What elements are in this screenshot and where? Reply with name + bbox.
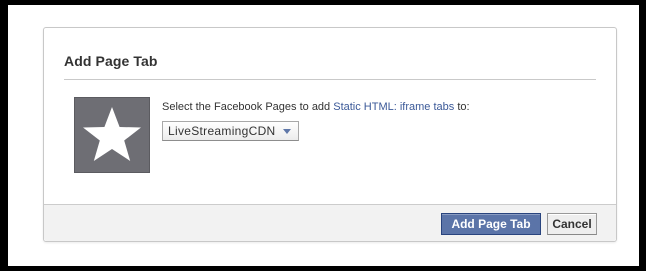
page-thumbnail [74, 97, 150, 173]
page-selector-value: LiveStreamingCDN [168, 124, 276, 138]
screenshot-frame: Add Page Tab Select the Facebook Pages t… [0, 0, 646, 271]
dialog-title: Add Page Tab [64, 53, 158, 69]
title-divider [64, 79, 596, 80]
cancel-button[interactable]: Cancel [547, 213, 597, 235]
add-page-tab-button[interactable]: Add Page Tab [441, 213, 541, 235]
select-pages-prompt: Select the Facebook Pages to add Static … [162, 101, 470, 113]
star-icon [83, 107, 141, 161]
page-selector-dropdown[interactable]: LiveStreamingCDN [162, 121, 299, 141]
app-name-link[interactable]: Static HTML: iframe tabs [333, 101, 454, 113]
chevron-down-icon [282, 129, 291, 134]
prompt-prefix: Select the Facebook Pages to add [162, 101, 334, 113]
prompt-suffix: to: [454, 101, 470, 113]
add-page-tab-dialog: Add Page Tab Select the Facebook Pages t… [43, 27, 617, 242]
dialog-footer: Add Page Tab Cancel [44, 204, 616, 241]
